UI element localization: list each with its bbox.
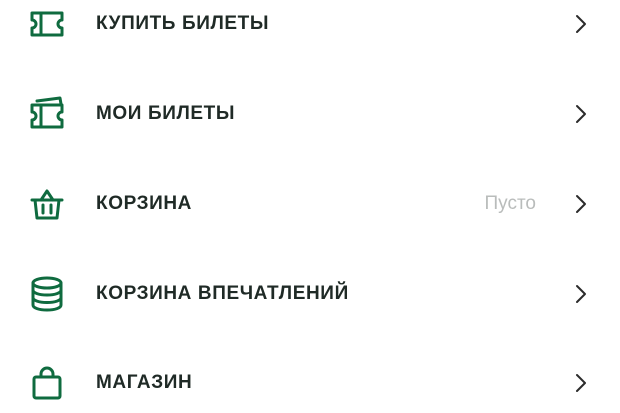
cart-status-value: Пусто: [484, 193, 537, 214]
coins-stack-icon: [28, 275, 66, 313]
basket-icon: [28, 185, 66, 223]
menu-item-my-tickets[interactable]: МОИ БИЛЕТЫ: [0, 84, 620, 144]
chevron-right-icon: [570, 372, 592, 394]
menu-item-label: КУПИТЬ БИЛЕТЫ: [96, 13, 270, 34]
chevron-right-icon: [570, 283, 592, 305]
chevron-right-icon: [570, 193, 592, 215]
menu-item-impressions-cart[interactable]: КОРЗИНА ВПЕЧАТЛЕНИЙ: [0, 264, 620, 324]
shopping-bag-icon: [28, 364, 66, 402]
menu-list: КУПИТЬ БИЛЕТЫ МОИ БИЛЕТЫ КОРЗИНА Пусто К…: [0, 0, 620, 413]
ticket-icon: [28, 5, 66, 43]
menu-item-cart[interactable]: КОРЗИНА Пусто: [0, 174, 620, 234]
menu-item-label: МОИ БИЛЕТЫ: [96, 103, 236, 124]
chevron-right-icon: [570, 103, 592, 125]
menu-item-buy-tickets[interactable]: КУПИТЬ БИЛЕТЫ: [0, 0, 620, 54]
menu-item-label: МАГАЗИН: [96, 372, 193, 393]
tickets-stack-icon: [28, 95, 66, 133]
menu-item-label: КОРЗИНА: [96, 193, 192, 214]
chevron-right-icon: [570, 13, 592, 35]
menu-item-shop[interactable]: МАГАЗИН: [0, 353, 620, 413]
menu-item-label: КОРЗИНА ВПЕЧАТЛЕНИЙ: [96, 283, 349, 304]
